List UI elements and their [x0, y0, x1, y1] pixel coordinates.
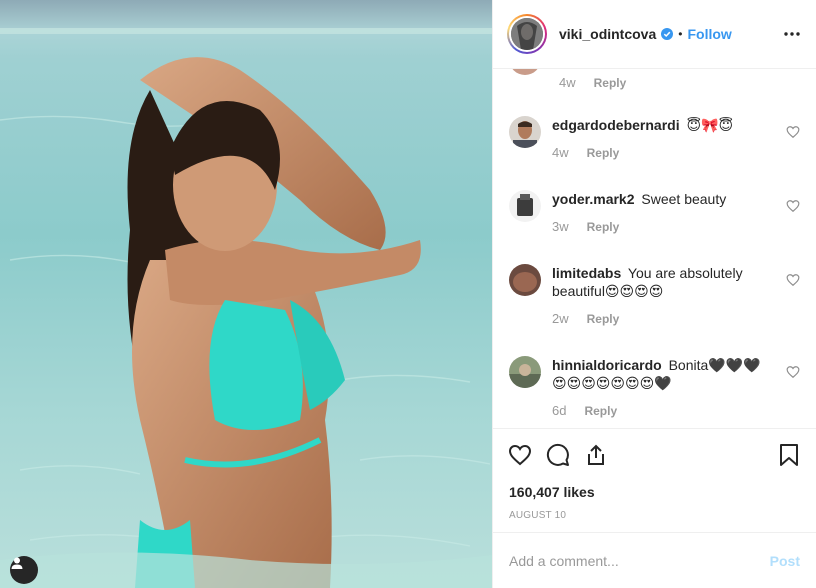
- comment-item: limitedabs You are absolutely beautiful😍…: [493, 264, 816, 328]
- avatar-photo: [509, 356, 541, 388]
- bookmark-icon[interactable]: [776, 442, 802, 468]
- person-icon: [11, 557, 23, 569]
- avatar[interactable]: [507, 14, 547, 54]
- comment-username[interactable]: hinnialdoricardo: [552, 357, 662, 373]
- comment-meta: 4w Reply: [552, 144, 766, 162]
- comment-time[interactable]: 4w: [552, 144, 569, 162]
- comment-time[interactable]: 6d: [552, 402, 566, 420]
- post-photo[interactable]: [0, 0, 492, 588]
- comment-partial: 4w Reply: [493, 69, 816, 101]
- comment-meta: 4w Reply: [559, 75, 626, 90]
- post-comment-button[interactable]: Post: [770, 553, 800, 569]
- post-author-username[interactable]: viki_odintcova: [559, 26, 656, 42]
- comment-meta: 2w Reply: [552, 310, 766, 328]
- post-header: viki_odintcova • Follow: [493, 0, 816, 69]
- speech-bubble-icon: [546, 443, 569, 466]
- commenter-avatar[interactable]: [509, 116, 541, 148]
- likes-count[interactable]: 160,407 likes: [493, 480, 816, 502]
- comment-time[interactable]: 2w: [552, 310, 569, 328]
- comment-meta: 6d Reply: [552, 402, 766, 420]
- verified-badge-icon: [661, 28, 674, 40]
- avatar-photo: [509, 116, 541, 148]
- reply-button[interactable]: Reply: [587, 144, 620, 162]
- comment-icon[interactable]: [545, 442, 571, 468]
- avatar-border: [509, 16, 545, 52]
- avatar-image: [511, 18, 543, 50]
- comment-time[interactable]: 4w: [559, 75, 576, 90]
- comment-like-heart-icon[interactable]: [786, 365, 800, 379]
- post-side-panel: viki_odintcova • Follow 4w Reply edgardo…: [492, 0, 816, 588]
- comments-list[interactable]: 4w Reply edgardodebernardi 😇🎀😇 4w Reply …: [493, 69, 816, 428]
- reply-button[interactable]: Reply: [584, 402, 617, 420]
- comment-like-heart-icon[interactable]: [786, 199, 800, 213]
- comment-username[interactable]: limitedabs: [552, 265, 621, 281]
- upload-icon: [588, 444, 604, 465]
- comment-text: 😇🎀😇: [686, 117, 734, 133]
- add-comment-bar: Post: [493, 532, 816, 588]
- comment-meta: 3w Reply: [552, 218, 766, 236]
- comment-like-heart-icon[interactable]: [786, 273, 800, 287]
- comment-username[interactable]: yoder.mark2: [552, 191, 635, 207]
- comment-input[interactable]: [509, 552, 762, 569]
- instagram-post-modal: viki_odintcova • Follow 4w Reply edgardo…: [0, 0, 816, 588]
- commenter-avatar[interactable]: [509, 190, 541, 222]
- tagged-users-icon[interactable]: [10, 556, 38, 584]
- comment-item: yoder.mark2 Sweet beauty 3w Reply: [493, 190, 816, 236]
- like-icon: [508, 444, 532, 465]
- commenter-avatar[interactable]: [509, 264, 541, 296]
- commenter-avatar[interactable]: [509, 356, 541, 388]
- reply-button[interactable]: Reply: [587, 310, 620, 328]
- comment-body: yoder.mark2 Sweet beauty 3w Reply: [552, 190, 766, 236]
- follow-button[interactable]: Follow: [687, 26, 731, 42]
- post-actions: [493, 428, 816, 480]
- share-icon[interactable]: [583, 442, 609, 468]
- photo-illustration: [0, 0, 492, 588]
- comment-like-heart-icon[interactable]: [786, 125, 800, 139]
- post-date[interactable]: AUGUST 10: [493, 502, 816, 532]
- comment-item: hinnialdoricardo Bonita🖤🖤🖤😍😍😍😍😍😍😍🖤 6d Re…: [493, 356, 816, 420]
- comment-item: edgardodebernardi 😇🎀😇 4w Reply: [493, 116, 816, 162]
- comment-username[interactable]: edgardodebernardi: [552, 117, 680, 133]
- reply-button[interactable]: Reply: [587, 218, 620, 236]
- avatar-photo: [511, 18, 543, 50]
- avatar-photo: [509, 190, 541, 222]
- ellipsis-icon: [784, 32, 800, 36]
- save-icon: [780, 443, 798, 466]
- comment-time[interactable]: 3w: [552, 218, 569, 236]
- more-options-icon[interactable]: [780, 22, 804, 46]
- comment-body: hinnialdoricardo Bonita🖤🖤🖤😍😍😍😍😍😍😍🖤 6d Re…: [552, 356, 766, 420]
- header-separator: •: [678, 27, 683, 41]
- comment-text: Sweet beauty: [641, 191, 727, 207]
- avatar-photo: [509, 264, 541, 296]
- heart-icon[interactable]: [507, 442, 533, 468]
- reply-button[interactable]: Reply: [594, 76, 627, 90]
- commenter-avatar[interactable]: [509, 69, 541, 75]
- comment-body: edgardodebernardi 😇🎀😇 4w Reply: [552, 116, 766, 162]
- comment-body: limitedabs You are absolutely beautiful😍…: [552, 264, 766, 328]
